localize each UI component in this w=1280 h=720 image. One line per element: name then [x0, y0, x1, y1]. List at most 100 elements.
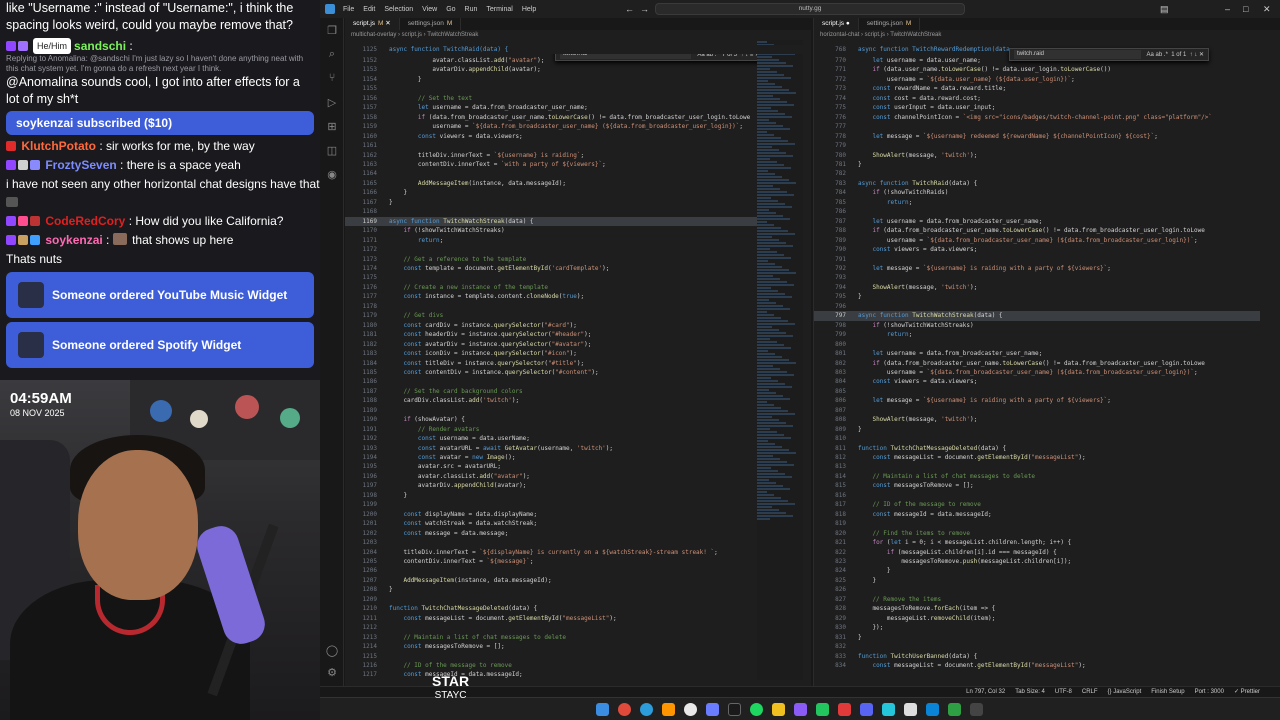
spotify-icon[interactable] [750, 703, 763, 716]
code-line[interactable]: 1208} [345, 585, 759, 594]
code-line[interactable]: 1187 // Set the card background colors [345, 387, 759, 396]
code-line[interactable]: 1180 const cardDiv = instance.querySelec… [345, 321, 759, 330]
discord-icon[interactable] [860, 703, 873, 716]
chrome-icon[interactable] [618, 703, 631, 716]
code-line[interactable]: 784 if (!showTwitchRaids) [814, 188, 1260, 197]
code-line[interactable]: 1196 avatar.classList.add("avatar"); [345, 472, 759, 481]
code-line[interactable]: 1170 if (!showTwitchWatchStreaks) [345, 226, 759, 235]
code-line[interactable]: 1212 [345, 623, 759, 632]
run-debug-icon[interactable]: ▷ [320, 90, 344, 114]
code-line[interactable]: 1209 [345, 595, 759, 604]
code-line[interactable]: 1157 let username = data.from_broadcaste… [345, 103, 759, 112]
code-line[interactable]: 825 } [814, 576, 1260, 585]
menu-selection[interactable]: Selection [384, 6, 413, 13]
encoding[interactable]: UTF-8 [1055, 687, 1072, 697]
code-line[interactable]: 1194 const avatar = new Image(); [345, 453, 759, 462]
code-line[interactable]: 781} [814, 160, 1260, 169]
code-line[interactable]: 1173 // Get a reference to the template [345, 255, 759, 264]
find-input[interactable]: twitch.raid [1014, 50, 1141, 59]
code-line[interactable]: 819 [814, 519, 1260, 528]
code-line[interactable]: 774 const cost = data.reward.cost; [814, 94, 1260, 103]
code-line[interactable]: 1162 titleDiv.innerText = `${username} i… [345, 151, 759, 160]
code-line[interactable]: 1153 avatarDiv.appendChild(avatar); [345, 65, 759, 74]
code-line[interactable]: 1199 [345, 500, 759, 509]
menu-view[interactable]: View [422, 6, 437, 13]
menu-edit[interactable]: Edit [363, 6, 375, 13]
code-line[interactable]: 778 let message = `${username} redeemed … [814, 132, 1260, 141]
language-mode[interactable]: {} JavaScript [1108, 687, 1142, 697]
code-line[interactable]: 801 let username = data.from_broadcaster… [814, 349, 1260, 358]
code-line[interactable]: 812 const messageList = document.getElem… [814, 453, 1260, 462]
code-line[interactable]: 823 messagesToRemove.push(messageList.ch… [814, 557, 1260, 566]
code-line[interactable]: 775 const userInput = data.user_input; [814, 103, 1260, 112]
app-icon[interactable] [882, 703, 895, 716]
code-line[interactable]: 831} [814, 633, 1260, 642]
menu-run[interactable]: Run [465, 6, 478, 13]
cursor-position[interactable]: Ln 797, Col 32 [966, 687, 1005, 697]
firefox-icon[interactable] [662, 703, 675, 716]
code-line[interactable]: 1192 const username = data.userName; [345, 434, 759, 443]
code-line[interactable]: 788 if (data.from_broadcaster_user_name.… [814, 226, 1260, 235]
code-line[interactable]: 773 const rewardName = data.reward.title… [814, 84, 1260, 93]
code-line[interactable]: 780 ShowAlert(message, 'twitch'); [814, 151, 1260, 160]
app-icon[interactable] [948, 703, 961, 716]
code-line[interactable]: 1188 cardDiv.classList.add('twitch'); [345, 396, 759, 405]
code-line[interactable]: 1191 // Render avatars [345, 425, 759, 434]
code-line[interactable]: 828 messagesToRemove.forEach(item => { [814, 604, 1260, 613]
vscode-icon[interactable] [926, 703, 939, 716]
code-line[interactable]: 1179 // Get divs [345, 311, 759, 320]
forward-arrow-icon[interactable]: → [640, 3, 649, 15]
code-line[interactable]: 1189 [345, 406, 759, 415]
breadcrumb[interactable]: multichat-overlay › script.js › TwitchWa… [345, 30, 811, 40]
code-line[interactable]: 817 // ID of the message to remove [814, 500, 1260, 509]
code-editor[interactable]: 770 let username = data.user_name; 771 if… [814, 56, 1260, 670]
code-line[interactable]: 1186 [345, 377, 759, 386]
code-line[interactable]: 807 [814, 406, 1260, 415]
extensions-icon[interactable]: ⊞ [320, 114, 344, 138]
code-line[interactable]: 1202 const message = data.message; [345, 529, 759, 538]
code-line[interactable]: 772 username = `${data.user_name} (${dat… [814, 75, 1260, 84]
youtube-icon[interactable] [838, 703, 851, 716]
code-line[interactable]: 834 const messageList = document.getElem… [814, 661, 1260, 670]
code-line[interactable]: 815 const messagesToRemove = []; [814, 481, 1260, 490]
code-line[interactable]: 1166 } [345, 188, 759, 197]
app-icon[interactable] [816, 703, 829, 716]
previous-match-icon[interactable]: ↑ [1190, 52, 1193, 58]
minimize-icon[interactable]: – [1225, 3, 1230, 15]
code-line[interactable]: 829 messageList.removeChild(item); [814, 614, 1260, 623]
code-line[interactable]: 1206 [345, 566, 759, 575]
line-ending[interactable]: CRLF [1082, 687, 1098, 697]
tab-size[interactable]: Tab Size: 4 [1015, 687, 1045, 697]
code-line[interactable]: 1171 return; [345, 236, 759, 245]
code-line[interactable]: 814 // Maintain a list of chat messages … [814, 472, 1260, 481]
code-line[interactable]: 1169 async function TwitchWatchStreak(dat… [345, 216, 759, 227]
code-line[interactable]: 1207 AddMessageItem(instance, data.messa… [345, 576, 759, 585]
code-line[interactable]: 1197 avatarDiv.appendChild(avatar); [345, 481, 759, 490]
code-line[interactable]: 1213 // Maintain a list of chat messages… [345, 633, 759, 642]
code-line[interactable]: 795} [814, 292, 1260, 301]
code-line[interactable]: 1172 [345, 245, 759, 254]
code-line[interactable]: 1198 } [345, 491, 759, 500]
code-line[interactable]: 1193 const avatarURL = await GetAvatar(u… [345, 444, 759, 453]
layout-icon[interactable]: ▤ [1160, 3, 1169, 15]
code-line[interactable]: 827 // Remove the items [814, 595, 1260, 604]
code-line[interactable]: 1155 [345, 84, 759, 93]
close-icon[interactable]: ✕ [1263, 3, 1271, 15]
code-line[interactable]: 1190 if (showAvatar) { [345, 415, 759, 424]
code-line[interactable]: 1154 } [345, 75, 759, 84]
code-line[interactable]: 822 if (messageList.children[i].id === m… [814, 548, 1260, 557]
regex-icon[interactable]: .* [1164, 52, 1168, 58]
code-line[interactable]: 810 [814, 434, 1260, 443]
code-line[interactable]: 800 [814, 340, 1260, 349]
code-line[interactable]: 789 username = `${data.from_broadcaster_… [814, 236, 1260, 245]
code-line[interactable]: 820 // Find the items to remove [814, 529, 1260, 538]
code-line[interactable]: 1182 const avatarDiv = instance.querySel… [345, 340, 759, 349]
folder-icon[interactable] [772, 703, 785, 716]
close-find-icon[interactable]: ✕ [1199, 51, 1204, 58]
code-line[interactable]: 1201 const watchStreak = data.watchStrea… [345, 519, 759, 528]
code-line[interactable]: 1210 function TwitchChatMessageDeleted(da… [345, 604, 759, 613]
tab-script-js[interactable]: script.js M ✕ [345, 18, 400, 30]
code-line[interactable]: 794 ShowAlert(message, 'twitch'); [814, 283, 1260, 292]
code-line[interactable]: 1215 [345, 652, 759, 661]
code-line[interactable]: 830 }); [814, 623, 1260, 632]
